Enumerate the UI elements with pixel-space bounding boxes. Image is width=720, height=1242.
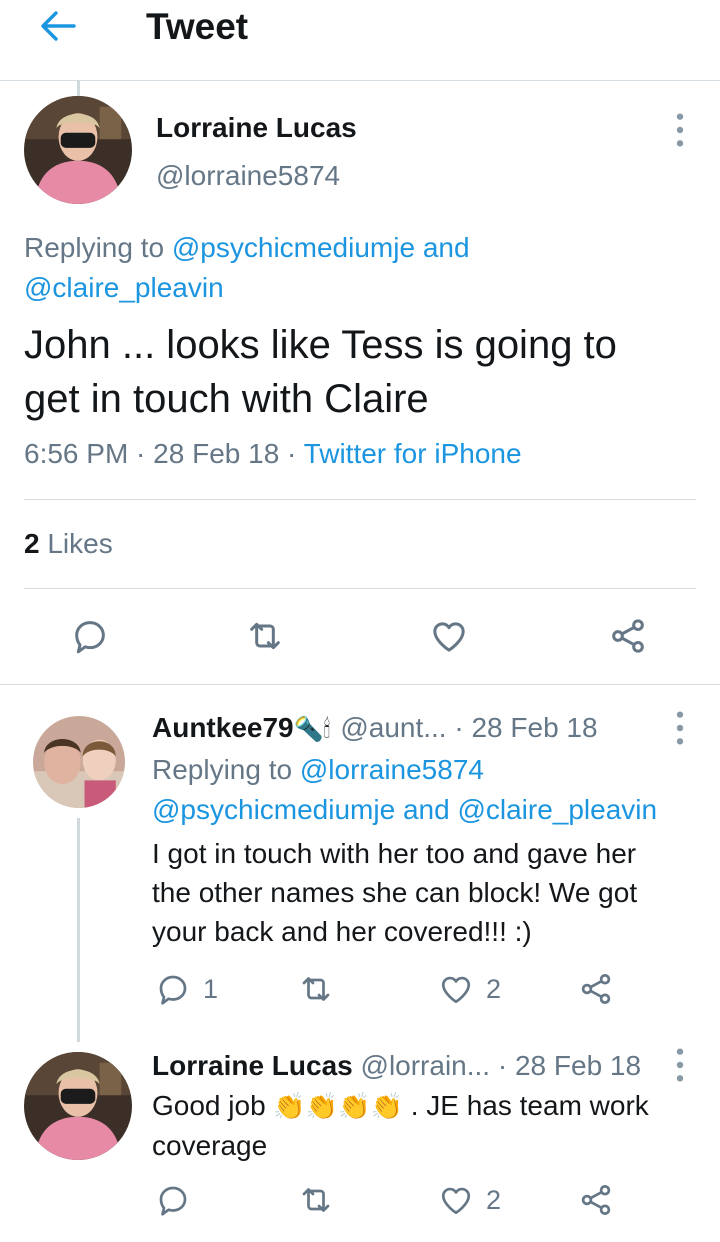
reply-count: 1 (203, 974, 219, 1004)
more-options-icon[interactable] (670, 110, 690, 150)
more-options-icon[interactable] (670, 708, 690, 748)
tweet-date: · 28 Feb 18 (446, 712, 598, 743)
likes-stat[interactable]: 2 Likes (24, 528, 113, 560)
author-handle[interactable]: @lorrain... (353, 1050, 491, 1081)
divider (24, 499, 696, 500)
tweet-text: I got in touch with her too and gave her… (152, 838, 638, 947)
tweet-text: Good job 👏👏👏👏 . JE has team work coverag… (152, 1090, 649, 1161)
avatar[interactable] (24, 96, 132, 204)
thread-line (77, 80, 80, 96)
like-icon[interactable] (429, 616, 469, 661)
name-emoji: 🔦🕯 (293, 716, 331, 743)
like-count: 2 (486, 1185, 502, 1215)
reply-header: Lorraine Lucas @lorrain... · 28 Feb 18 (152, 1046, 641, 1086)
replying-to: Replying to @lorraine5874 @psychicmedium… (152, 754, 658, 825)
page-title: Tweet (146, 6, 249, 47)
more-options-icon[interactable] (670, 1045, 690, 1085)
author-name[interactable]: Auntkee79 (152, 712, 294, 743)
divider (24, 588, 696, 589)
like-count: 2 (486, 974, 502, 1004)
tweet-time: 6:56 PM (24, 438, 129, 469)
retweet-icon[interactable] (245, 616, 285, 661)
tweet-date: · 28 Feb 18 (490, 1050, 642, 1081)
mention-link[interactable]: @psychicmediumje (152, 794, 395, 825)
reply-icon[interactable] (155, 1182, 191, 1223)
share-icon[interactable] (578, 1182, 614, 1223)
retweet-icon[interactable] (298, 1182, 334, 1223)
divider (0, 684, 720, 685)
author-name[interactable]: Lorraine Lucas (156, 112, 357, 144)
like-icon[interactable] (438, 971, 474, 1012)
mention-link[interactable]: @lorraine5874 (300, 754, 484, 785)
mention-link[interactable]: @claire_pleavin (24, 272, 224, 303)
retweet-icon[interactable] (298, 971, 334, 1012)
avatar[interactable] (24, 1052, 132, 1160)
back-arrow-icon[interactable] (38, 8, 78, 44)
tweet-source-link[interactable]: Twitter for iPhone (304, 438, 522, 469)
author-handle[interactable]: @lorraine5874 (156, 160, 340, 192)
clapping-emoji: 👏👏👏👏 (273, 1091, 403, 1121)
avatar[interactable] (33, 716, 125, 808)
mention-link[interactable]: @claire_pleavin (457, 794, 657, 825)
reply-icon[interactable] (155, 971, 191, 1012)
author-name[interactable]: Lorraine Lucas (152, 1050, 353, 1081)
share-icon[interactable] (608, 616, 648, 661)
reply-icon[interactable] (70, 616, 110, 661)
tweet-text: John ... looks like Tess is going to get… (24, 323, 617, 421)
top-bar: Tweet (0, 0, 720, 81)
author-handle[interactable]: @aunt... (340, 712, 446, 743)
replying-to: Replying to @psychicmediumje and @claire… (24, 232, 470, 303)
like-icon[interactable] (438, 1182, 474, 1223)
tweet-meta: 6:56 PM · 28 Feb 18 · Twitter for iPhone (24, 438, 522, 469)
tweet-date: 28 Feb 18 (153, 438, 280, 469)
reply-header: Auntkee79🔦🕯 @aunt... · 28 Feb 18 (152, 708, 598, 750)
share-icon[interactable] (578, 971, 614, 1012)
thread-line (77, 818, 80, 1042)
mention-link[interactable]: @psychicmediumje (172, 232, 415, 263)
